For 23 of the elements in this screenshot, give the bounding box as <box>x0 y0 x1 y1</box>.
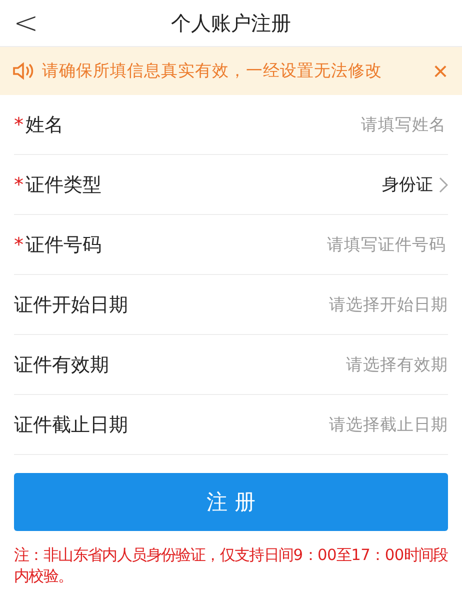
date-picker[interactable]: 请选择有效期 <box>346 354 448 376</box>
field-label: 姓名 <box>26 112 64 138</box>
required-mark: * <box>14 234 24 256</box>
back-button[interactable]: < <box>12 3 40 43</box>
register-button[interactable]: 注 册 <box>14 473 448 531</box>
notice-text: 请确保所填信息真实有效，一经设置无法修改 <box>42 60 383 82</box>
field-label: 证件类型 <box>26 172 102 198</box>
close-button[interactable]: × <box>432 58 448 84</box>
field-label: 证件截止日期 <box>14 412 128 438</box>
type-select[interactable]: 身份证 <box>382 173 448 196</box>
required-mark: * <box>14 114 24 136</box>
field-label: 证件有效期 <box>14 352 109 378</box>
text-input[interactable]: 请填写姓名 <box>224 114 448 135</box>
required-mark: * <box>14 174 24 196</box>
date-picker[interactable]: 请选择开始日期 <box>329 294 448 316</box>
page-title: 个人账户注册 <box>170 10 292 36</box>
chevron-right-icon <box>439 176 448 192</box>
note-text: 注：非山东省内人员身份验证，仅支持日间9：00至17：00时间段内校验。 <box>14 545 448 587</box>
text-input[interactable]: 请填写证件号码 <box>224 234 448 255</box>
field-label: 证件开始日期 <box>14 292 128 318</box>
speaker-icon <box>12 61 36 81</box>
date-picker[interactable]: 请选择截止日期 <box>329 414 448 436</box>
field-label: 证件号码 <box>26 232 102 258</box>
